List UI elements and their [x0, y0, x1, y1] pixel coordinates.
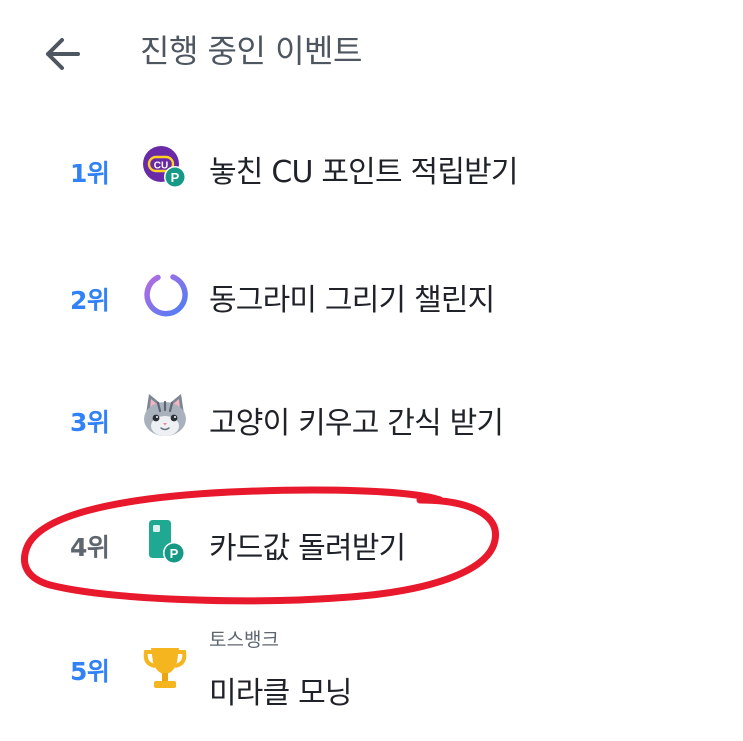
list-item-cu-points[interactable]: 1위 CU P 놓친 CU 포인트 적립받기: [0, 125, 743, 215]
svg-text:P: P: [171, 170, 180, 185]
circle-challenge-icon: [144, 274, 188, 317]
event-title: 미라클 모닝: [209, 676, 353, 711]
page-title: 진행 중인 이벤트: [140, 32, 362, 70]
event-title: 고양이 키우고 간식 받기: [209, 406, 504, 441]
cat-face-icon: [144, 394, 186, 436]
svg-text:P: P: [170, 546, 179, 561]
event-title: 놓친 CU 포인트 적립받기: [209, 155, 519, 190]
rank-label: 2위: [70, 286, 110, 315]
list-item-circle-challenge[interactable]: 2위 동그라미 그리기 챌린지: [0, 250, 743, 340]
rank-label: 1위: [70, 159, 110, 188]
event-title: 카드값 돌려받기: [209, 531, 406, 566]
rank-label: 5위: [70, 657, 110, 686]
card-point-icon: P: [149, 520, 185, 564]
arrow-left-icon: [46, 38, 80, 70]
event-subtitle: 토스뱅크: [209, 629, 279, 651]
rank-label: 3위: [70, 408, 110, 437]
list-item-miracle-morning[interactable]: 5위 토스뱅크 미라클 모닝: [0, 622, 743, 712]
svg-text:CU: CU: [154, 161, 168, 172]
header: 진행 중인 이벤트: [0, 0, 743, 110]
list-item-cat-snack[interactable]: 3위 고양이 키우고 간식 받기: [0, 370, 743, 460]
list-item-card-cashback[interactable]: 4위 P 카드값 돌려받기: [0, 495, 743, 585]
cu-point-icon: CU P: [143, 146, 186, 188]
rank-label: 4위: [70, 533, 110, 562]
event-title: 동그라미 그리기 챌린지: [209, 283, 495, 318]
back-button[interactable]: [36, 30, 88, 78]
trophy-icon: [143, 648, 187, 688]
